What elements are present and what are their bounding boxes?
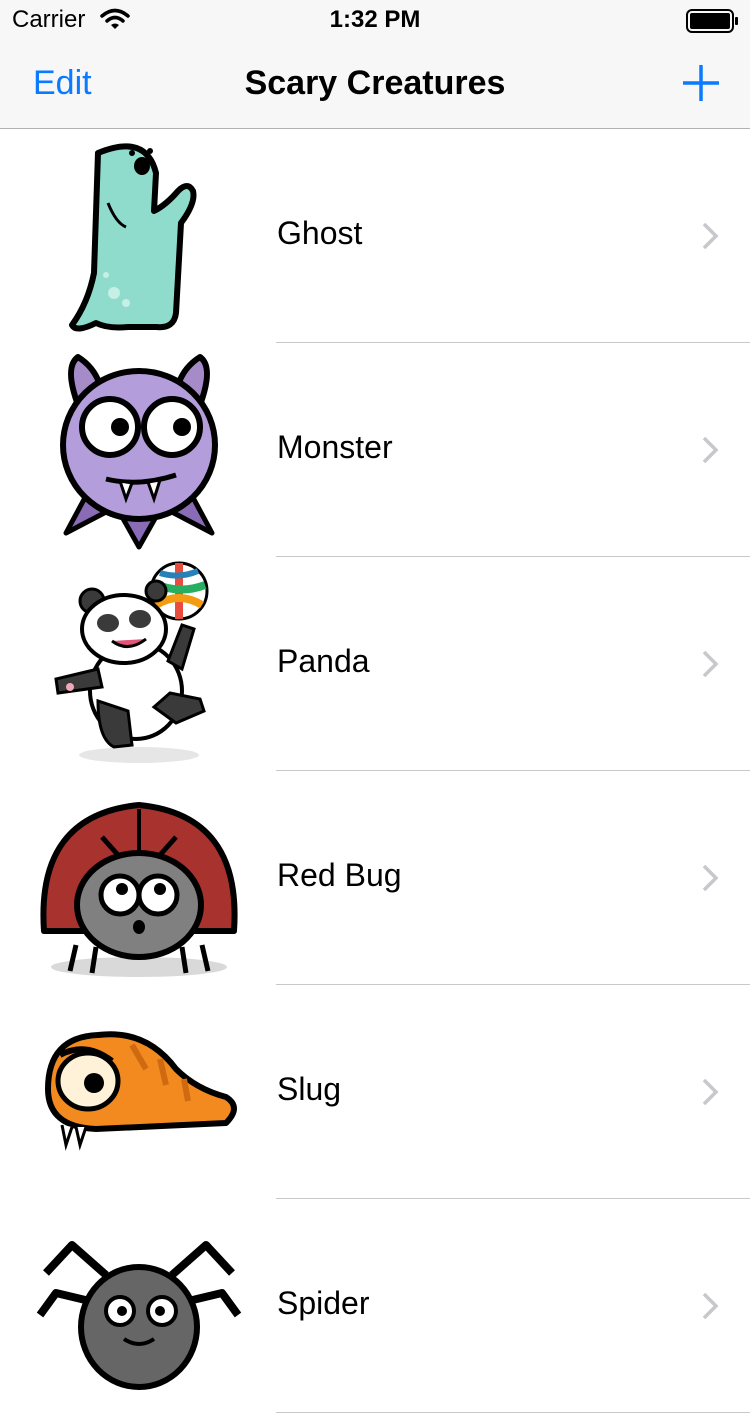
chevron-right-icon <box>702 650 719 678</box>
monster-icon <box>60 354 218 550</box>
chevron-right-icon <box>702 222 719 250</box>
list-item[interactable]: Slug <box>0 985 750 1199</box>
ghost-icon <box>69 143 197 332</box>
plus-icon[interactable] <box>680 62 722 104</box>
creature-name: Red Bug <box>277 857 402 893</box>
list-item[interactable]: Ghost <box>0 129 750 343</box>
list-item[interactable]: Monster <box>0 343 750 557</box>
creature-name: Panda <box>277 643 370 679</box>
battery-icon <box>686 9 738 33</box>
navigation-bar: Edit Scary Creatures <box>0 40 750 129</box>
status-bar: Carrier 1:32 PM <box>0 0 750 40</box>
list-item[interactable]: Red Bug <box>0 771 750 985</box>
panda-icon <box>54 561 209 763</box>
chevron-right-icon <box>702 1078 719 1106</box>
creature-name: Spider <box>277 1285 370 1321</box>
creature-name: Ghost <box>277 215 363 251</box>
slug-icon <box>45 1031 237 1151</box>
status-time: 1:32 PM <box>329 6 421 33</box>
spider-icon <box>36 1241 242 1390</box>
chevron-right-icon <box>702 436 719 464</box>
creature-name: Slug <box>277 1071 342 1107</box>
creature-list: Ghost Monster Panda Red Bug Slug Spider <box>0 129 750 1413</box>
creature-name: Monster <box>277 429 393 465</box>
list-item[interactable]: Panda <box>0 557 750 771</box>
page-title: Scary Creatures <box>244 64 506 102</box>
chevron-right-icon <box>702 1292 719 1320</box>
list-item[interactable]: Spider <box>0 1199 750 1413</box>
red-bug-icon <box>40 802 238 977</box>
chevron-right-icon <box>702 864 719 892</box>
